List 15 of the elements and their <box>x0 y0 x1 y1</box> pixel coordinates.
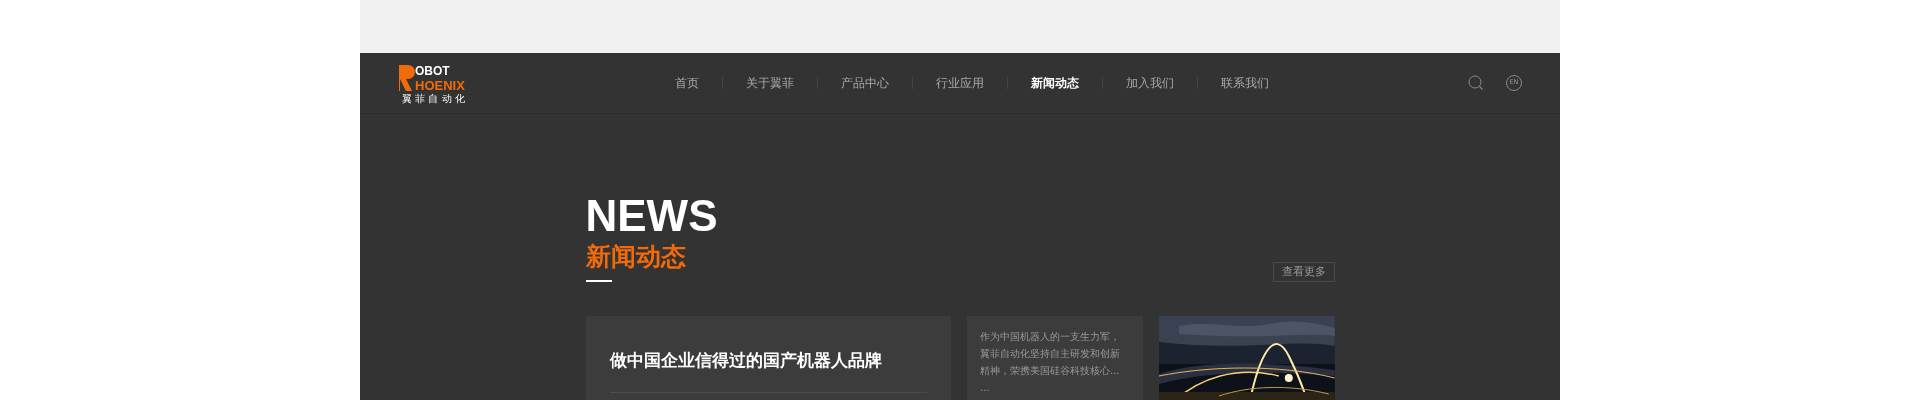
section-subtitle: 新闻动态 <box>585 242 686 272</box>
search-icon[interactable] <box>1468 75 1484 91</box>
news-card[interactable]: 做中国企业信得过的国产机器人品牌 <box>585 316 951 400</box>
nav-link[interactable]: 产品中心 <box>817 77 912 89</box>
title-underline <box>585 280 612 282</box>
nav-link[interactable]: 加入我们 <box>1102 77 1197 89</box>
nav-link[interactable]: 首页 <box>652 77 722 89</box>
nav-link[interactable]: 联系我们 <box>1197 77 1292 89</box>
logo[interactable]: OBOT HOENIX 翼 菲 自 动 化 <box>398 62 476 104</box>
nav-link[interactable]: 新闻动态 <box>1007 77 1102 89</box>
section-title: NEWS <box>585 194 719 238</box>
nav-link[interactable]: 行业应用 <box>912 77 1007 89</box>
news-title[interactable]: 做中国企业信得过的国产机器人品牌 <box>609 348 927 374</box>
more-button[interactable]: 查看更多 <box>1272 262 1335 282</box>
nav-link[interactable]: 关于翼菲 <box>722 77 817 89</box>
